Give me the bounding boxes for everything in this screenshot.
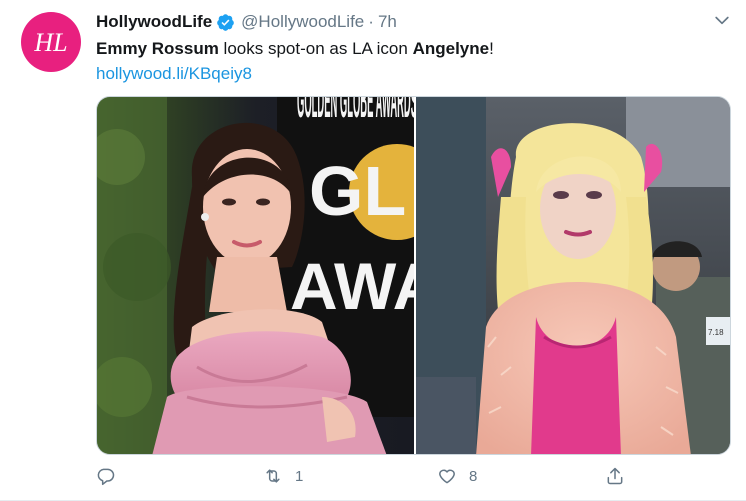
reply-button[interactable] bbox=[96, 466, 128, 486]
display-name[interactable]: HollywoodLife bbox=[96, 11, 212, 33]
backdrop-lettering: GOLDEN GLOBE AWARDS bbox=[297, 97, 414, 128]
chevron-down-icon[interactable] bbox=[712, 10, 732, 30]
retweet-button[interactable]: 1 bbox=[263, 466, 303, 486]
retweet-icon bbox=[266, 469, 280, 483]
emmy-rossum-photo: GOLDEN GLOBE AWARDS GL AWA bbox=[97, 97, 414, 454]
like-count: 8 bbox=[469, 467, 478, 485]
svg-text:GL: GL bbox=[309, 152, 406, 230]
tweet-card[interactable]: HL HollywoodLife @HollywoodLife · 7h Emm… bbox=[0, 0, 746, 501]
svg-text:7.18: 7.18 bbox=[708, 328, 724, 337]
timestamp[interactable]: 7h bbox=[378, 11, 397, 33]
tweet-text-end: ! bbox=[489, 39, 494, 58]
svg-text:AWA: AWA bbox=[290, 249, 414, 323]
svg-text:HL: HL bbox=[33, 28, 67, 57]
like-button[interactable]: 8 bbox=[437, 466, 477, 486]
mention-name: Emmy Rossum bbox=[96, 39, 219, 58]
share-button[interactable] bbox=[605, 466, 625, 486]
tweet-text: Emmy Rossum looks spot-on as LA icon Ang… bbox=[96, 37, 494, 61]
svg-text:GOLDEN GLOBE AWARDS: GOLDEN GLOBE AWARDS bbox=[297, 97, 414, 128]
tweet-actions: 1 8 bbox=[0, 466, 746, 492]
like-icon bbox=[439, 469, 455, 484]
tweet-link[interactable]: hollywood.li/KBqeiy8 bbox=[96, 63, 252, 85]
photo-right[interactable]: 7.18 bbox=[416, 97, 730, 454]
emmy-as-angelyne-photo: 7.18 bbox=[416, 97, 730, 454]
share-icon bbox=[607, 467, 623, 485]
media-grid[interactable]: GOLDEN GLOBE AWARDS GL AWA bbox=[96, 96, 731, 455]
avatar[interactable]: HL bbox=[21, 12, 81, 72]
retweet-count: 1 bbox=[295, 467, 304, 485]
tweet-header: HollywoodLife @HollywoodLife · 7h bbox=[96, 11, 397, 33]
reply-icon bbox=[97, 468, 115, 486]
separator-dot: · bbox=[368, 12, 374, 31]
handle[interactable]: @HollywoodLife bbox=[241, 11, 364, 33]
tweet-text-middle: looks spot-on as LA icon bbox=[218, 39, 413, 58]
hollywoodlife-logo: HL bbox=[33, 28, 67, 57]
verified-icon bbox=[217, 13, 234, 31]
photo-left[interactable]: GOLDEN GLOBE AWARDS GL AWA bbox=[97, 97, 414, 454]
subject-name: Angelyne bbox=[412, 39, 490, 58]
